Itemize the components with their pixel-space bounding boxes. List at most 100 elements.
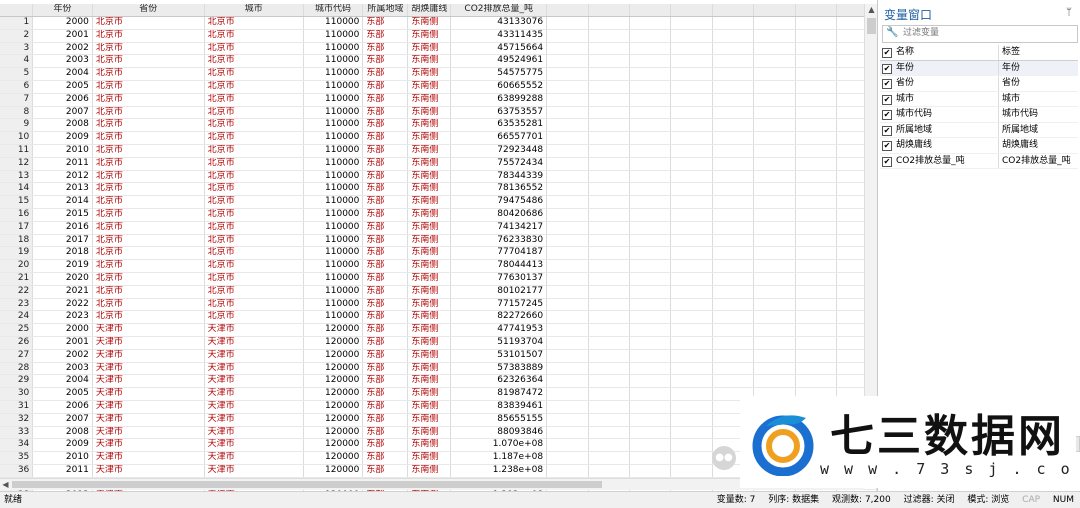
empty-cell[interactable] [546, 246, 589, 261]
empty-cell[interactable] [670, 67, 713, 81]
vertical-scroll-thumb[interactable] [867, 18, 876, 34]
empty-cell[interactable] [588, 195, 631, 209]
empty-cell[interactable] [753, 67, 796, 81]
column-header-label[interactable]: 标签 [998, 45, 1080, 60]
table-cell[interactable]: 东南侧 [407, 451, 452, 465]
empty-cell[interactable] [629, 54, 672, 69]
table-cell[interactable]: 北京市 [92, 144, 205, 158]
table-cell[interactable]: 东南侧 [407, 259, 452, 273]
table-cell[interactable]: 天津市 [92, 426, 205, 440]
empty-cell[interactable] [753, 349, 796, 363]
table-cell[interactable]: 120000 [303, 349, 364, 363]
empty-cell[interactable] [753, 298, 796, 312]
empty-cell[interactable] [670, 106, 713, 120]
table-cell[interactable]: 天津市 [92, 336, 205, 350]
table-cell[interactable]: 78044413 [450, 259, 548, 273]
empty-cell[interactable] [670, 310, 713, 325]
empty-cell[interactable] [753, 157, 796, 171]
empty-cell[interactable] [629, 349, 672, 363]
empty-cell[interactable] [629, 246, 672, 261]
empty-cell[interactable] [670, 29, 713, 43]
empty-cell[interactable] [629, 259, 672, 273]
empty-cell[interactable] [795, 170, 838, 184]
empty-cell[interactable] [712, 310, 755, 325]
table-row[interactable]: 25 2000 天津市 天津市 120000 东部 东南侧 47741953 [0, 323, 877, 337]
table-cell[interactable]: 东南侧 [407, 208, 452, 222]
table-cell[interactable]: 东部 [362, 438, 409, 453]
empty-cell[interactable] [629, 438, 672, 453]
empty-cell[interactable] [753, 93, 796, 107]
table-cell[interactable]: 北京市 [92, 106, 205, 120]
empty-cell[interactable] [753, 374, 796, 389]
table-cell[interactable]: 110000 [303, 118, 364, 133]
table-cell[interactable]: 77630137 [450, 272, 548, 286]
empty-cell[interactable] [712, 42, 755, 56]
row-number[interactable]: 10 [0, 131, 34, 145]
table-cell[interactable]: 天津市 [204, 362, 304, 376]
table-cell[interactable]: 北京市 [204, 182, 304, 197]
empty-cell[interactable] [546, 451, 589, 465]
column-header[interactable]: 城市 [204, 4, 304, 17]
table-cell[interactable]: 东南侧 [407, 234, 452, 248]
table-cell[interactable]: 北京市 [204, 54, 304, 69]
table-cell[interactable]: 2008 [32, 118, 93, 133]
empty-cell[interactable] [588, 426, 631, 440]
table-cell[interactable]: 43311435 [450, 29, 548, 43]
row-number[interactable]: 18 [0, 234, 34, 248]
empty-cell[interactable] [588, 272, 631, 286]
row-number[interactable]: 19 [0, 246, 34, 261]
table-cell[interactable]: 东南侧 [407, 400, 452, 414]
table-cell[interactable]: 东部 [362, 170, 409, 184]
empty-cell[interactable] [629, 67, 672, 81]
empty-cell[interactable] [753, 80, 796, 94]
empty-cell[interactable] [670, 246, 713, 261]
empty-cell[interactable] [670, 182, 713, 197]
table-cell[interactable]: 47741953 [450, 323, 548, 337]
variable-checkbox[interactable]: ✔ [882, 110, 892, 120]
table-cell[interactable]: 北京市 [92, 182, 205, 197]
table-cell[interactable]: 2013 [32, 182, 93, 197]
table-cell[interactable]: 110000 [303, 221, 364, 235]
table-row[interactable]: 11 2010 北京市 北京市 110000 东部 东南侧 72923448 [0, 144, 877, 158]
table-cell[interactable]: 天津市 [204, 323, 304, 337]
row-number-header[interactable] [0, 4, 34, 17]
empty-cell[interactable] [546, 144, 589, 158]
empty-cell[interactable] [795, 310, 838, 325]
table-cell[interactable]: 北京市 [92, 118, 205, 133]
table-cell[interactable]: 天津市 [92, 323, 205, 337]
empty-cell[interactable] [712, 93, 755, 107]
table-cell[interactable]: 北京市 [92, 310, 205, 325]
table-cell[interactable]: 北京市 [204, 259, 304, 273]
table-cell[interactable]: 2002 [32, 42, 93, 56]
table-row[interactable]: 15 2014 北京市 北京市 110000 东部 东南侧 79475486 [0, 195, 877, 209]
empty-cell[interactable] [588, 438, 631, 453]
table-cell[interactable]: 东部 [362, 182, 409, 197]
empty-cell[interactable] [588, 80, 631, 94]
table-cell[interactable]: 东南侧 [407, 131, 452, 145]
empty-cell[interactable] [588, 54, 631, 69]
empty-cell[interactable] [588, 451, 631, 465]
table-cell[interactable]: 东南侧 [407, 426, 452, 440]
table-cell[interactable]: 东南侧 [407, 221, 452, 235]
table-cell[interactable]: 北京市 [204, 157, 304, 171]
table-cell[interactable]: 天津市 [92, 374, 205, 389]
table-cell[interactable]: 2011 [32, 157, 93, 171]
column-header[interactable]: CO2排放总量_吨 [450, 4, 548, 17]
empty-cell[interactable] [795, 336, 838, 350]
empty-cell[interactable] [670, 336, 713, 350]
column-header[interactable]: 胡焕庸线 [407, 4, 452, 17]
empty-cell[interactable] [753, 221, 796, 235]
empty-cell[interactable] [670, 170, 713, 184]
table-cell[interactable]: 东部 [362, 336, 409, 350]
column-header[interactable]: 所属地域 [362, 4, 409, 17]
table-row[interactable]: 2 2001 北京市 北京市 110000 东部 东南侧 43311435 [0, 29, 877, 43]
empty-cell[interactable] [712, 67, 755, 81]
empty-cell[interactable] [670, 426, 713, 440]
table-cell[interactable]: 45715664 [450, 42, 548, 56]
table-cell[interactable]: 天津市 [92, 362, 205, 376]
row-number[interactable]: 22 [0, 285, 34, 299]
table-cell[interactable]: 2002 [32, 349, 93, 363]
table-cell[interactable]: 北京市 [92, 298, 205, 312]
empty-cell[interactable] [795, 54, 838, 69]
table-cell[interactable]: 110000 [303, 182, 364, 197]
